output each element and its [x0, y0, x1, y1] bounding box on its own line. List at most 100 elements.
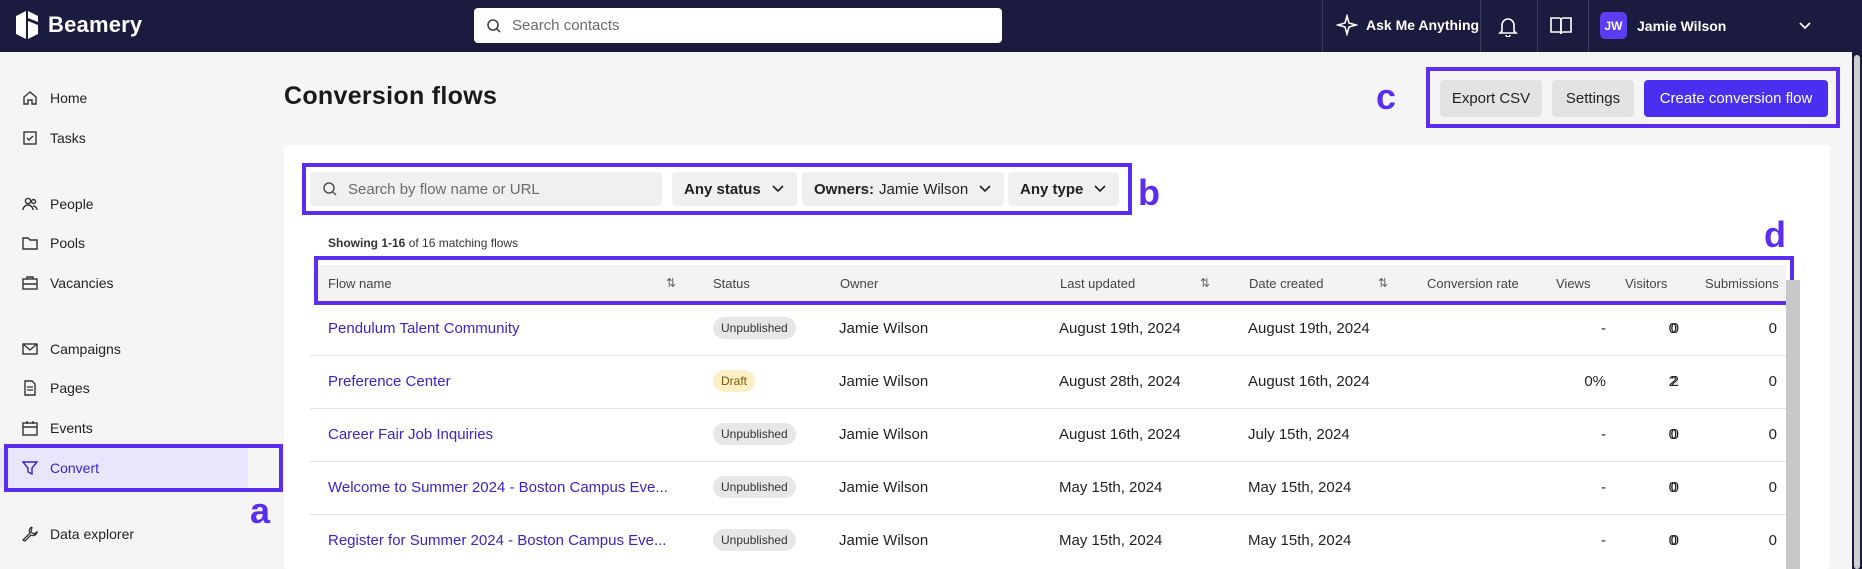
status-badge: Unpublished [713, 317, 796, 339]
submissions-cell: 0 [1768, 373, 1777, 390]
owners-filter-value: Jamie Wilson [879, 180, 969, 198]
owners-filter-dropdown[interactable]: Owners: Jamie Wilson [802, 172, 1005, 206]
status-badge: Draft [713, 370, 756, 392]
owner-cell: Jamie Wilson [839, 532, 929, 549]
notifications-button[interactable] [1495, 13, 1521, 39]
conversion-rate-cell: 0% [1584, 373, 1606, 390]
date-created-cell: May 15th, 2024 [1248, 532, 1352, 549]
top-divider [1322, 0, 1323, 52]
tasks-icon [23, 131, 37, 145]
sidebar-item-tasks[interactable]: Tasks [0, 118, 282, 158]
last-updated-cell: August 16th, 2024 [1059, 426, 1181, 443]
brand-logo[interactable]: Beamery [14, 10, 142, 40]
sidebar-item-label: Events [50, 420, 93, 436]
flow-name-link[interactable]: Pendulum Talent Community [328, 320, 519, 337]
mail-icon [22, 343, 38, 355]
conversion-rate-cell: - [1601, 426, 1606, 443]
top-divider [1480, 0, 1481, 52]
conversion-rate-cell: - [1601, 320, 1606, 337]
sidebar-item-label: Tasks [50, 130, 86, 146]
sidebar-item-data-explorer[interactable]: Data explorer [0, 514, 282, 554]
settings-button[interactable]: Settings [1552, 80, 1634, 117]
table-row[interactable]: Pendulum Talent Community Unpublished Ja… [310, 303, 1786, 356]
sidebar-item-label: People [50, 196, 94, 212]
table-row[interactable]: Career Fair Job Inquiries Unpublished Ja… [310, 409, 1786, 462]
status-badge: Unpublished [713, 423, 796, 445]
sidebar-item-label: Vacancies [50, 275, 114, 291]
search-icon [323, 182, 337, 196]
chevron-down-icon [979, 185, 991, 193]
sparkle-icon [1336, 14, 1358, 36]
folder-icon [22, 237, 38, 250]
contacts-search-input[interactable] [512, 17, 972, 34]
sidebar-item-pools[interactable]: Pools [0, 223, 282, 263]
visitors-cell: 0 [1670, 532, 1679, 549]
calendar-icon [22, 421, 38, 436]
wrench-icon [22, 526, 38, 542]
top-bar: Beamery Ask Me Anything JW Jamie Wilson [0, 0, 1862, 52]
last-updated-cell: August 19th, 2024 [1059, 320, 1181, 337]
submissions-cell: 0 [1768, 320, 1777, 337]
sidebar-item-people[interactable]: People [0, 184, 282, 224]
submissions-cell: 0 [1768, 479, 1777, 496]
type-filter-dropdown[interactable]: Any type [1008, 172, 1120, 206]
export-csv-button[interactable]: Export CSV [1440, 80, 1542, 117]
owner-cell: Jamie Wilson [839, 479, 929, 496]
bell-icon [1498, 18, 1518, 37]
sidebar-item-pages[interactable]: Pages [0, 368, 282, 408]
sidebar-item-home[interactable]: Home [0, 78, 282, 118]
sidebar-item-label: Pools [50, 235, 86, 251]
status-filter-dropdown[interactable]: Any status [672, 172, 797, 206]
user-name: Jamie Wilson [1637, 17, 1727, 34]
home-icon [23, 91, 37, 105]
date-created-cell: August 19th, 2024 [1248, 320, 1370, 337]
brand-name: Beamery [48, 12, 143, 37]
visitors-cell: 0 [1670, 320, 1679, 337]
beamery-logo-icon [16, 11, 38, 39]
flow-name-link[interactable]: Career Fair Job Inquiries [328, 426, 493, 443]
page-title: Conversion flows [284, 82, 498, 110]
book-icon [1550, 17, 1572, 35]
date-created-cell: May 15th, 2024 [1248, 479, 1352, 496]
results-rest: of 16 matching flows [408, 236, 519, 250]
owners-filter-prefix: Owners: [814, 180, 875, 198]
flow-name-link[interactable]: Preference Center [328, 373, 451, 390]
flow-search-input[interactable] [348, 180, 648, 198]
search-icon [487, 18, 501, 33]
date-created-cell: July 15th, 2024 [1248, 426, 1350, 443]
top-divider [1588, 0, 1589, 52]
ask-me-anything-button[interactable]: Ask Me Anything [1336, 14, 1479, 36]
owner-cell: Jamie Wilson [839, 373, 929, 390]
page-icon [24, 380, 36, 396]
sidebar-item-vacancies[interactable]: Vacancies [0, 263, 282, 303]
create-conversion-flow-button[interactable]: Create conversion flow [1644, 80, 1828, 117]
status-badge: Unpublished [713, 529, 796, 551]
chevron-down-icon[interactable] [1797, 18, 1813, 34]
annotation-label-c: c [1376, 76, 1397, 117]
chevron-down-icon [772, 185, 784, 193]
table-row[interactable]: Register for Summer 2024 - Boston Campus… [310, 515, 1786, 569]
sidebar-item-events[interactable]: Events [0, 408, 282, 448]
visitors-cell: 2 [1670, 373, 1679, 390]
conversion-rate-cell: - [1601, 479, 1606, 496]
help-docs-button[interactable] [1548, 13, 1574, 39]
conversion-rate-cell: - [1601, 532, 1606, 549]
submissions-cell: 0 [1768, 426, 1777, 443]
last-updated-cell: May 15th, 2024 [1059, 532, 1163, 549]
table-row[interactable]: Welcome to Summer 2024 - Boston Campus E… [310, 462, 1786, 515]
sidebar-item-label: Campaigns [50, 341, 121, 357]
table-scrollbar[interactable] [1786, 280, 1800, 569]
flow-name-link[interactable]: Welcome to Summer 2024 - Boston Campus E… [328, 479, 668, 496]
results-count: Showing 1-16 of 16 matching flows [328, 236, 518, 250]
flow-name-link[interactable]: Register for Summer 2024 - Boston Campus… [328, 532, 666, 549]
sidebar-item-campaigns[interactable]: Campaigns [0, 329, 282, 369]
user-menu[interactable]: JW Jamie Wilson [1600, 12, 1726, 39]
flow-search[interactable] [310, 172, 662, 206]
contacts-search[interactable] [474, 8, 1002, 43]
owner-cell: Jamie Wilson [839, 426, 929, 443]
table-row[interactable]: Preference Center Draft Jamie Wilson Aug… [310, 356, 1786, 409]
ask-label: Ask Me Anything [1366, 17, 1480, 33]
briefcase-icon [22, 276, 38, 290]
page-scrollbar-thumb[interactable] [1854, 55, 1860, 569]
type-filter-label: Any type [1020, 180, 1084, 198]
